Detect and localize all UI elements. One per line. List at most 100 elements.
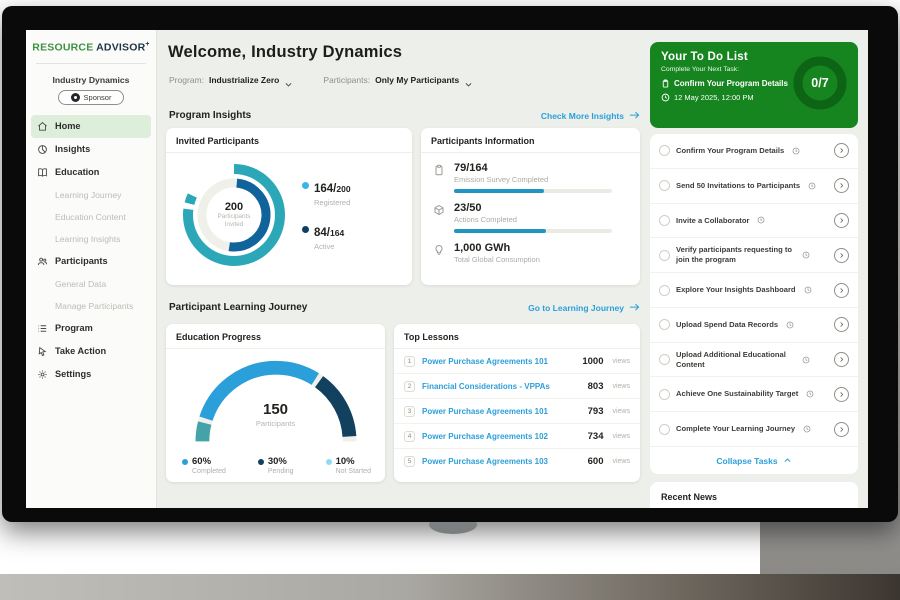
lesson-link[interactable]: Power Purchase Agreements 101	[422, 407, 581, 416]
clipboard-icon	[433, 164, 445, 176]
program-dropdown[interactable]: Program: Industrialize Zero	[169, 75, 293, 85]
rank-badge: 1	[404, 356, 415, 367]
chevron-up-icon	[783, 456, 792, 465]
task-go-button[interactable]	[834, 178, 849, 193]
legend-pending: 30% Pending	[258, 456, 294, 475]
sidebar-item-general-data[interactable]: General Data	[31, 273, 151, 295]
lesson-row[interactable]: 1 Power Purchase Agreements 101 1000 vie…	[394, 349, 640, 374]
emission-survey-stat: 79/164 Emission Survey Completed	[433, 162, 628, 193]
todo-progress-ring: 0/7	[791, 54, 849, 112]
clock-icon	[802, 356, 810, 364]
task-row[interactable]: Verify participants requesting to join t…	[650, 238, 858, 273]
clock-icon	[757, 216, 765, 224]
clipboard-icon	[661, 79, 670, 88]
task-row[interactable]: Confirm Your Program Details	[650, 134, 858, 169]
rank-badge: 4	[404, 431, 415, 442]
donut-center-label: Participants Invited	[218, 213, 251, 229]
lesson-row[interactable]: 5 Power Purchase Agreements 103 600 view…	[394, 449, 640, 474]
todo-next-task: Confirm Your Program Details	[674, 79, 788, 88]
page-title: Welcome, Industry Dynamics	[168, 43, 402, 62]
task-row[interactable]: Invite a Collaborator	[650, 204, 858, 239]
lesson-row[interactable]: 2 Financial Considerations - VPPAs 803 v…	[394, 374, 640, 399]
collapse-label: Collapse Tasks	[716, 456, 777, 466]
lesson-link[interactable]: Power Purchase Agreements 103	[422, 457, 581, 466]
lesson-row[interactable]: 4 Power Purchase Agreements 102 734 view…	[394, 424, 640, 449]
card-title: Invited Participants	[166, 128, 412, 153]
sidebar-item-insights[interactable]: Insights	[31, 138, 151, 161]
check-more-insights-link[interactable]: Check More Insights	[541, 111, 640, 121]
task-go-button[interactable]	[834, 422, 849, 437]
task-row[interactable]: Upload Additional Educational Content	[650, 343, 858, 378]
gear-icon	[37, 369, 48, 380]
collapse-tasks-link[interactable]: Collapse Tasks	[650, 447, 858, 474]
sidebar-item-home[interactable]: Home	[31, 115, 151, 138]
learning-journey-header: Participant Learning Journey Go to Learn…	[169, 302, 640, 313]
task-row[interactable]: Explore Your Insights Dashboard	[650, 273, 858, 308]
sidebar-item-learning-journey[interactable]: Learning Journey	[31, 184, 151, 206]
task-go-button[interactable]	[834, 387, 849, 402]
sidebar-item-settings[interactable]: Settings	[31, 363, 151, 386]
task-checkbox[interactable]	[659, 250, 670, 261]
task-row[interactable]: Complete Your Learning Journey	[650, 412, 858, 447]
task-checkbox[interactable]	[659, 424, 670, 435]
clock-icon	[786, 321, 794, 329]
task-checkbox[interactable]	[659, 354, 670, 365]
education-progress-card: Education Progress 150 Participants	[166, 324, 385, 482]
lesson-link[interactable]: Power Purchase Agreements 101	[422, 357, 575, 366]
brand-plus: +	[145, 41, 149, 48]
lesson-link[interactable]: Financial Considerations - VPPAs	[422, 382, 581, 391]
sidebar-item-education-content[interactable]: Education Content	[31, 206, 151, 228]
task-row[interactable]: Upload Spend Data Records	[650, 308, 858, 343]
task-go-button[interactable]	[834, 213, 849, 228]
task-checkbox[interactable]	[659, 285, 670, 296]
sidebar-item-program[interactable]: Program	[31, 317, 151, 340]
task-checkbox[interactable]	[659, 145, 670, 156]
task-go-button[interactable]	[834, 317, 849, 332]
task-checkbox[interactable]	[659, 389, 670, 400]
progress-track	[454, 229, 612, 233]
arrow-right-icon	[629, 111, 640, 120]
sidebar-item-participants[interactable]: Participants	[31, 250, 151, 273]
lightbulb-icon	[433, 244, 445, 256]
lesson-link[interactable]: Power Purchase Agreements 102	[422, 432, 581, 441]
todo-summary-card: Your To Do List Complete Your Next Task:…	[650, 42, 858, 128]
photo-background: RESOURCE ADVISOR+ Industry Dynamics Spon…	[0, 0, 900, 600]
sidebar-item-take-action[interactable]: Take Action	[31, 340, 151, 363]
rank-badge: 5	[404, 456, 415, 467]
card-title: Top Lessons	[394, 324, 640, 349]
progress-track	[454, 189, 612, 193]
task-row[interactable]: Send 50 Invitations to Participants	[650, 169, 858, 204]
task-checkbox[interactable]	[659, 180, 670, 191]
legend-completed: 60% Completed	[182, 456, 226, 475]
sidebar-item-label: Education	[55, 167, 99, 177]
sidebar-item-manage-participants[interactable]: Manage Participants	[31, 295, 151, 317]
lesson-row[interactable]: 3 Power Purchase Agreements 101 793 view…	[394, 399, 640, 424]
sidebar-item-label: Manage Participants	[55, 301, 133, 311]
gauge-legend: 60% Completed 30% Pending 10% Not Starte…	[166, 450, 385, 475]
sidebar-item-learning-insights[interactable]: Learning Insights	[31, 228, 151, 250]
task-go-button[interactable]	[834, 248, 849, 263]
gauge-center-value: 150	[178, 401, 374, 418]
go-to-learning-journey-link[interactable]: Go to Learning Journey	[528, 303, 640, 313]
people-icon	[37, 256, 48, 267]
sponsor-icon	[71, 93, 80, 102]
sidebar-item-label: Insights	[55, 144, 90, 154]
task-row[interactable]: Achieve One Sustainability Target	[650, 377, 858, 412]
participants-dropdown[interactable]: Participants: Only My Participants	[323, 75, 473, 85]
sidebar-item-label: Learning Journey	[55, 190, 121, 200]
sidebar-item-education[interactable]: Education	[31, 161, 151, 184]
clock-icon	[804, 286, 812, 294]
card-title: Education Progress	[166, 324, 385, 349]
legend-dot	[182, 459, 188, 465]
filters-row: Program: Industrialize Zero Participants…	[169, 75, 473, 85]
task-checkbox[interactable]	[659, 215, 670, 226]
brand-secondary: ADVISOR	[96, 42, 145, 54]
program-label: Program:	[169, 75, 204, 85]
sidebar-item-label: General Data	[55, 279, 106, 289]
task-go-button[interactable]	[834, 143, 849, 158]
task-checkbox[interactable]	[659, 319, 670, 330]
task-go-button[interactable]	[834, 352, 849, 367]
task-go-button[interactable]	[834, 283, 849, 298]
chevron-down-icon	[284, 76, 293, 85]
invited-donut-chart: 200 Participants Invited	[178, 159, 290, 271]
